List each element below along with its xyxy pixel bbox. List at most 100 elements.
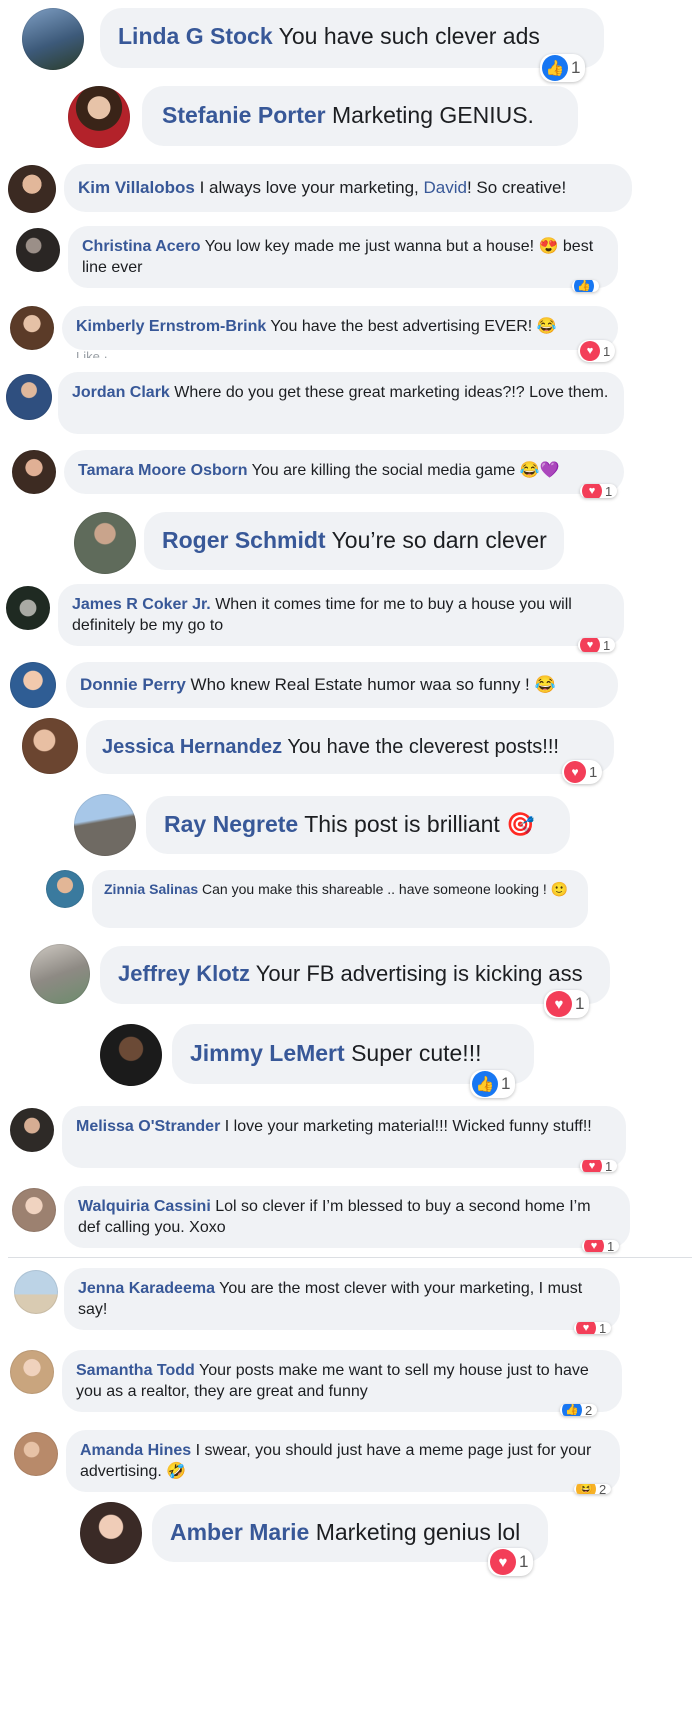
avatar[interactable] [68, 86, 130, 148]
avatar[interactable] [22, 8, 84, 70]
comment-text: This post is brilliant 🎯 [304, 811, 535, 837]
commenter-name[interactable]: Roger Schmidt [162, 527, 326, 553]
commenter-name[interactable]: Melissa O'Strander [76, 1118, 220, 1135]
avatar[interactable] [8, 165, 56, 213]
avatar[interactable] [6, 374, 52, 420]
avatar[interactable] [74, 794, 136, 856]
comment-bubble: Jordan Clark Where do you get these grea… [58, 372, 624, 434]
avatar[interactable] [80, 1502, 142, 1564]
heart-icon: ♥ [584, 1240, 604, 1252]
mention-link[interactable]: David [423, 178, 466, 197]
comment-text: I love your marketing material!!! Wicked… [224, 1118, 592, 1135]
comment-bubble: Jenna Karadeema You are the most clever … [64, 1268, 620, 1330]
comment-bubble: Jeffrey Klotz Your FB advertising is kic… [100, 946, 610, 1004]
commenter-name[interactable]: Tamara Moore Osborn [78, 462, 248, 479]
commenter-name[interactable]: Jordan Clark [72, 384, 170, 401]
reaction-count[interactable]: ♥ 1 [580, 484, 618, 498]
comment-bubble: Donnie Perry Who knew Real Estate humor … [66, 662, 618, 708]
commenter-name[interactable]: Amanda Hines [80, 1442, 191, 1459]
comment-text: Your FB advertising is kicking ass [255, 961, 583, 986]
commenter-name[interactable]: Jeffrey Klotz [118, 961, 250, 986]
commenter-name[interactable]: Samantha Todd [76, 1362, 195, 1379]
reaction-count[interactable]: ♥ 1 [578, 638, 616, 652]
comment-bubble: Zinnia Salinas Can you make this shareab… [92, 870, 588, 928]
commenter-name[interactable]: Amber Marie [170, 1519, 309, 1545]
reaction-count[interactable]: ♥ 1 [488, 1548, 534, 1576]
commenter-name[interactable]: Jimmy LeMert [190, 1040, 345, 1066]
comment-bubble: Kimberly Ernstrom-Brink You have the bes… [62, 306, 618, 350]
comment-bubble: Jessica Hernandez You have the cleverest… [86, 720, 614, 774]
commenter-name[interactable]: Walquiria Cassini [78, 1198, 211, 1215]
comment-text: You have such clever ads [278, 23, 540, 49]
comment-text: You have the cleverest posts!!! [287, 736, 559, 758]
comment-bubble: Melissa O'Strander I love your marketing… [62, 1106, 626, 1168]
avatar[interactable] [16, 228, 60, 272]
heart-icon: ♥ [546, 991, 572, 1017]
reaction-count[interactable]: ♥ 1 [580, 1160, 618, 1172]
reaction-count[interactable]: 👍 1 [470, 1070, 516, 1098]
avatar[interactable] [10, 1350, 54, 1394]
heart-icon: ♥ [576, 1322, 596, 1334]
avatar[interactable] [74, 512, 136, 574]
commenter-name[interactable]: Stefanie Porter [162, 102, 326, 128]
laughing-face-icon: 😆 [576, 1484, 596, 1494]
avatar[interactable] [100, 1024, 162, 1086]
avatar[interactable] [14, 1270, 58, 1314]
commenter-name[interactable]: Ray Negrete [164, 811, 298, 837]
comment-bubble: Ray Negrete This post is brilliant 🎯 [146, 796, 570, 854]
avatar[interactable] [12, 450, 56, 494]
comment-text: Where do you get these great marketing i… [174, 384, 609, 401]
heart-icon: ♥ [582, 484, 602, 498]
avatar[interactable] [6, 586, 50, 630]
comment-text-end: ! So creative! [466, 178, 567, 197]
avatar[interactable] [12, 1188, 56, 1232]
comment-bubble: Christina Acero You low key made me just… [68, 226, 618, 288]
comment-text: Can you make this shareable .. have some… [202, 881, 569, 897]
avatar[interactable] [14, 1432, 58, 1476]
comment-text: You’re so darn clever [331, 527, 547, 553]
commenter-name[interactable]: Kim Villalobos [78, 178, 195, 197]
comment-bubble: Linda G Stock You have such clever ads [100, 8, 604, 68]
comment-text: Marketing GENIUS. [332, 102, 534, 128]
comment-text: Marketing genius lol [315, 1519, 521, 1545]
heart-icon: ♥ [564, 761, 586, 783]
reaction-count[interactable]: 👍 [572, 280, 599, 292]
avatar[interactable] [46, 870, 84, 908]
thumbs-up-icon: 👍 [574, 280, 594, 292]
thumbs-up-icon: 👍 [472, 1071, 498, 1097]
comment-text: Super cute!!! [351, 1040, 482, 1066]
reaction-count[interactable]: ♥ 1 [582, 1240, 620, 1252]
comment-bubble: James R Coker Jr. When it comes time for… [58, 584, 624, 646]
commenter-name[interactable]: Jessica Hernandez [102, 736, 282, 758]
comment-meta: Like · Reply · 2y [76, 350, 108, 358]
avatar[interactable] [10, 1108, 54, 1152]
reaction-count[interactable]: 😆 2 [574, 1484, 612, 1494]
comment-bubble: Stefanie Porter Marketing GENIUS. [142, 86, 578, 146]
commenter-name[interactable]: Christina Acero [82, 238, 201, 255]
avatar[interactable] [10, 306, 54, 350]
comment-text: You are killing the social media game 😂💜 [251, 462, 560, 479]
commenter-name[interactable]: Donnie Perry [80, 675, 186, 694]
reaction-count[interactable]: 👍 2 [560, 1404, 598, 1416]
reaction-count[interactable]: ♥ 1 [574, 1322, 612, 1334]
reaction-count[interactable]: 👍 1 [540, 54, 586, 82]
avatar[interactable] [22, 718, 78, 774]
comment-bubble: Roger Schmidt You’re so darn clever [144, 512, 564, 570]
comment-bubble: Amanda Hines I swear, you should just ha… [66, 1430, 620, 1492]
commenter-name[interactable]: Kimberly Ernstrom-Brink [76, 318, 266, 335]
comment-bubble: Walquiria Cassini Lol so clever if I’m b… [64, 1186, 630, 1248]
commenter-name[interactable]: James R Coker Jr. [72, 596, 211, 613]
avatar[interactable] [30, 944, 90, 1004]
reaction-count[interactable]: ♥ 1 [578, 340, 616, 362]
comment-text: I always love your marketing, [199, 178, 424, 197]
comment-text: Who knew Real Estate humor waa so funny … [190, 675, 556, 694]
reaction-count[interactable]: ♥ 1 [544, 990, 590, 1018]
commenter-name[interactable]: Zinnia Salinas [104, 881, 198, 897]
reaction-count[interactable]: ♥ 1 [562, 760, 603, 784]
heart-icon: ♥ [582, 1160, 602, 1172]
heart-icon: ♥ [580, 638, 600, 652]
avatar[interactable] [10, 662, 56, 708]
comment-bubble: Kim Villalobos I always love your market… [64, 164, 632, 212]
commenter-name[interactable]: Jenna Karadeema [78, 1280, 215, 1297]
commenter-name[interactable]: Linda G Stock [118, 23, 273, 49]
